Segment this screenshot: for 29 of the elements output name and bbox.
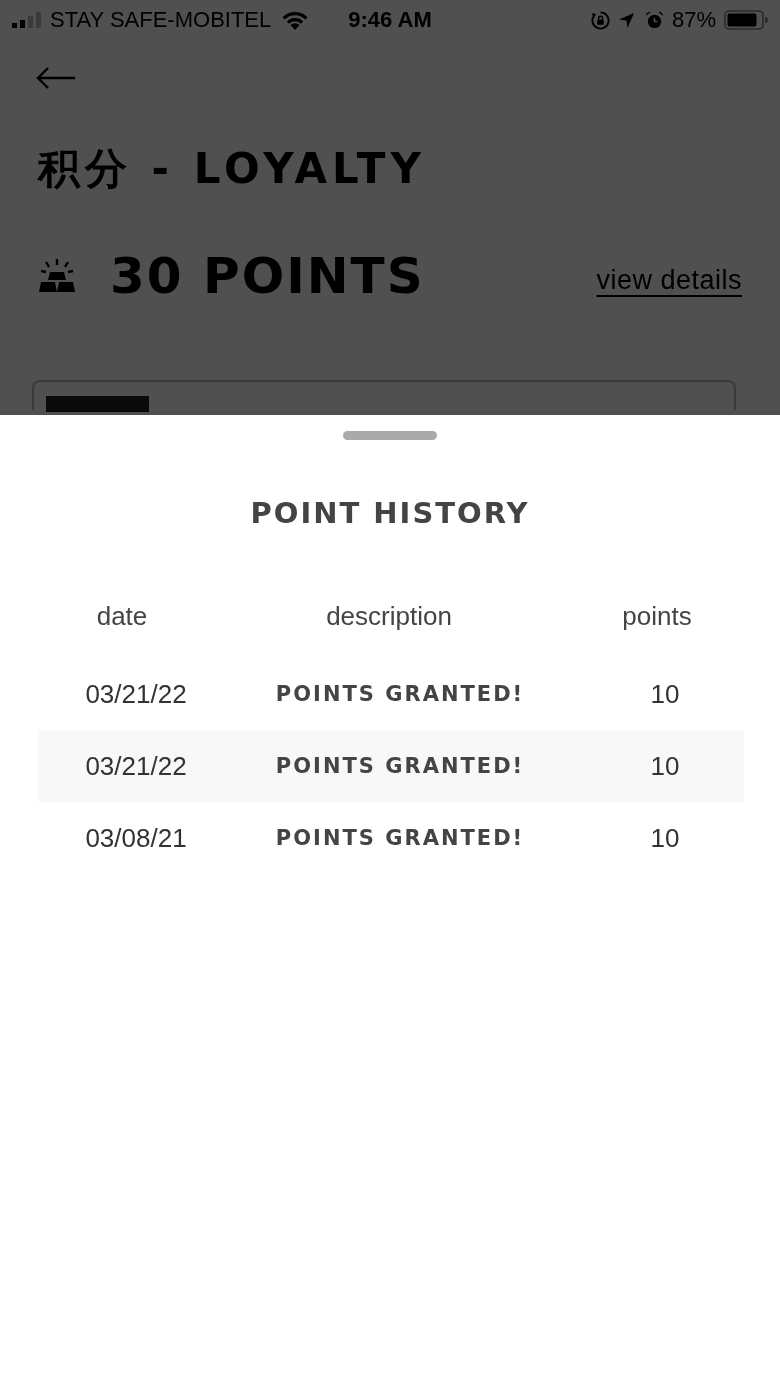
- column-header: date: [96, 601, 148, 632]
- location-arrow-icon: [617, 11, 635, 29]
- orientation-lock-icon: [590, 10, 610, 30]
- carrier-name: STAY SAFE-MOBITEL: [50, 7, 272, 33]
- clock-time: 9:46 AM: [348, 7, 432, 33]
- table-cell: POINTS GRANTED!: [275, 754, 525, 778]
- sheet-title: POINT HISTORY: [249, 495, 531, 532]
- table-cell: 03/08/21: [85, 822, 187, 854]
- drag-handle[interactable]: [343, 431, 437, 440]
- table-cell: POINTS GRANTED!: [275, 826, 525, 850]
- battery-percentage: 87%: [671, 7, 716, 33]
- wifi-icon: [281, 10, 310, 30]
- ingots-icon: [38, 258, 76, 294]
- table-cell: 10: [650, 678, 680, 710]
- page-title: 积分 - LOYALTY: [38, 146, 427, 192]
- signal-icon: [12, 12, 42, 28]
- table-cell: 03/21/22: [85, 750, 187, 782]
- column-header: points: [622, 601, 692, 632]
- view-details-link[interactable]: view details: [596, 264, 742, 296]
- points-total: 30 POINTS: [110, 247, 425, 305]
- back-button[interactable]: [36, 65, 78, 91]
- alarm-clock-icon: [644, 10, 664, 30]
- table-cell: POINTS GRANTED!: [275, 682, 525, 706]
- column-header: description: [326, 601, 452, 632]
- table-cell: 10: [650, 750, 680, 782]
- battery-icon: [724, 10, 768, 30]
- table-cell: 10: [650, 822, 680, 854]
- back-arrow-icon: [36, 67, 76, 89]
- table-cell: 03/21/22: [85, 678, 187, 710]
